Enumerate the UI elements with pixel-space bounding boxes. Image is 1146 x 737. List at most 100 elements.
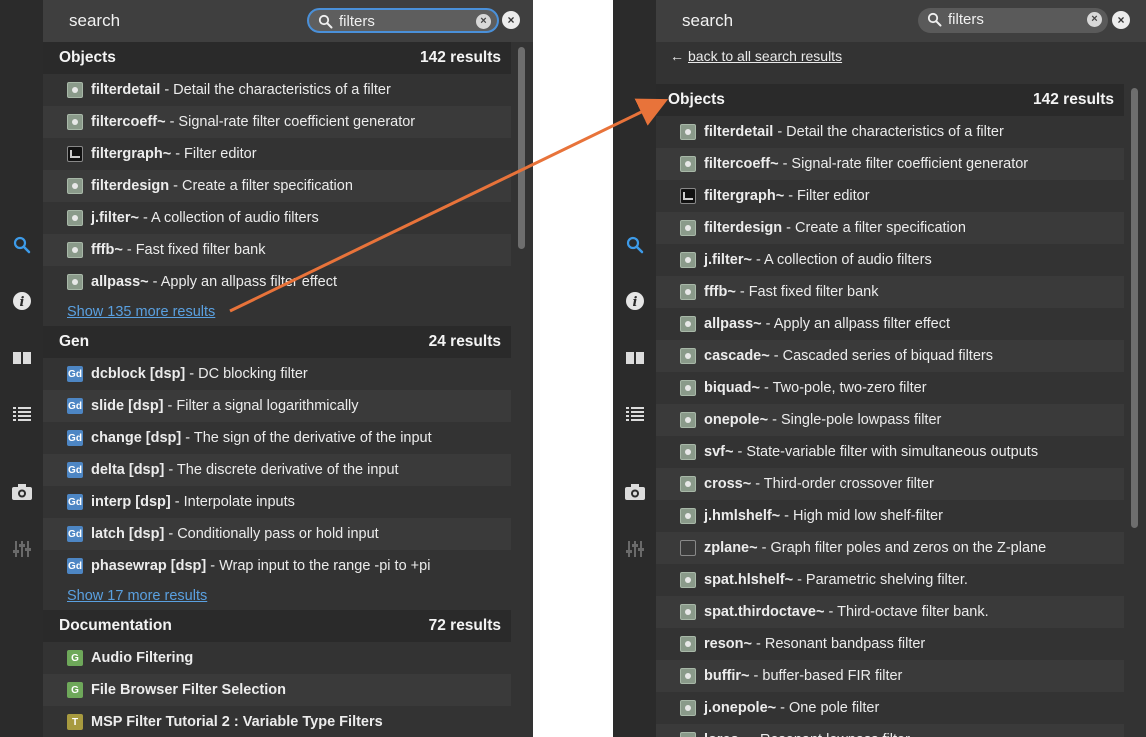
item-description: - Resonant bandpass filter bbox=[751, 636, 926, 652]
search-query[interactable]: filters bbox=[948, 11, 984, 28]
item-name: File Browser Filter Selection bbox=[91, 682, 286, 698]
list-item[interactable]: filtergraph~ - Filter editor bbox=[656, 180, 1124, 212]
clear-icon[interactable]: × bbox=[1087, 12, 1102, 27]
list-item[interactable]: filterdetail - Detail the characteristic… bbox=[43, 74, 511, 106]
list-item[interactable]: filtergraph~ - Filter editor bbox=[43, 138, 511, 170]
list-item[interactable]: filterdesign - Create a filter specifica… bbox=[656, 212, 1124, 244]
doc-icon: G bbox=[67, 682, 83, 698]
list-item[interactable]: Gd interp [dsp] - Interpolate inputs bbox=[43, 486, 511, 518]
list-item[interactable]: buffir~ - buffer-based FIR filter bbox=[656, 660, 1124, 692]
gen-icon: Gd bbox=[67, 494, 83, 510]
list-item[interactable]: filtercoeff~ - Signal-rate filter coeffi… bbox=[656, 148, 1124, 180]
item-description: - Signal-rate filter coefficient generat… bbox=[165, 114, 416, 130]
camera-icon[interactable] bbox=[613, 479, 656, 505]
item-name: Audio Filtering bbox=[91, 650, 194, 666]
list-item[interactable]: j.filter~ - A collection of audio filter… bbox=[656, 244, 1124, 276]
list-item[interactable]: filterdesign - Create a filter specifica… bbox=[43, 170, 511, 202]
right-scrollbar[interactable] bbox=[1131, 88, 1138, 528]
back-to-results-link[interactable]: ← back to all search results bbox=[656, 42, 1124, 70]
item-name: j.filter~ bbox=[91, 210, 139, 226]
list-item[interactable]: allpass~ - Apply an allpass filter effec… bbox=[656, 308, 1124, 340]
section-title: Objects bbox=[59, 49, 116, 66]
list-item[interactable]: biquad~ - Two-pole, two-zero filter bbox=[656, 372, 1124, 404]
list-item[interactable]: onepole~ - Single-pole lowpass filter bbox=[656, 404, 1124, 436]
close-icon[interactable]: × bbox=[1112, 11, 1130, 29]
list-icon[interactable] bbox=[613, 401, 656, 427]
section-count: 24 results bbox=[428, 333, 501, 350]
list-item[interactable]: svf~ - State-variable filter with simult… bbox=[656, 436, 1124, 468]
gen-icon: Gd bbox=[67, 430, 83, 446]
object-icon bbox=[680, 732, 696, 737]
list-item[interactable]: G File Browser Filter Selection bbox=[43, 674, 511, 706]
search-icon[interactable] bbox=[613, 232, 656, 258]
list-item[interactable]: cascade~ - Cascaded series of biquad fil… bbox=[656, 340, 1124, 372]
list-item[interactable]: Gd slide [dsp] - Filter a signal logarith… bbox=[43, 390, 511, 422]
item-name: j.filter~ bbox=[704, 252, 752, 268]
tutorial-icon: T bbox=[67, 714, 83, 730]
list-item[interactable]: fffb~ - Fast fixed filter bank bbox=[43, 234, 511, 266]
left-scrollbar[interactable] bbox=[518, 47, 525, 249]
list-item[interactable]: cross~ - Third-order crossover filter bbox=[656, 468, 1124, 500]
object-icon bbox=[67, 242, 83, 258]
list-item[interactable]: T MSP Filter Tutorial 2 : Variable Type F… bbox=[43, 706, 511, 737]
object-icon bbox=[680, 156, 696, 172]
back-link-label[interactable]: back to all search results bbox=[688, 48, 842, 64]
item-name: filterdetail bbox=[704, 124, 774, 140]
list-item[interactable]: filtercoeff~ - Signal-rate filter coeffi… bbox=[43, 106, 511, 138]
search-icon bbox=[927, 12, 942, 32]
book-icon[interactable] bbox=[0, 345, 43, 371]
list-item[interactable]: G Audio Filtering bbox=[43, 642, 511, 674]
item-name: allpass~ bbox=[91, 274, 149, 290]
camera-icon[interactable] bbox=[0, 479, 43, 505]
list-item[interactable]: Gd phasewrap [dsp] - Wrap input to the ra… bbox=[43, 550, 511, 582]
item-description: - The discrete derivative of the input bbox=[164, 462, 399, 478]
item-description: - Conditionally pass or hold input bbox=[164, 526, 379, 542]
list-item[interactable]: allpass~ - Apply an allpass filter effec… bbox=[43, 266, 511, 298]
book-icon[interactable] bbox=[613, 345, 656, 371]
left-sidebar-rail: i bbox=[0, 0, 43, 737]
list-item[interactable]: j.hmlshelf~ - High mid low shelf-filter bbox=[656, 500, 1124, 532]
section-header-documentation: Documentation 72 results bbox=[43, 610, 511, 642]
item-name: dcblock [dsp] bbox=[91, 366, 186, 382]
item-name: svf~ bbox=[704, 444, 734, 460]
object-icon bbox=[67, 274, 83, 290]
mixer-icon[interactable] bbox=[613, 536, 656, 562]
show-more-link[interactable]: Show 135 more results bbox=[43, 298, 511, 326]
search-input[interactable]: filters × bbox=[918, 8, 1108, 33]
info-icon[interactable]: i bbox=[0, 288, 43, 314]
list-item[interactable]: Gd change [dsp] - The sign of the derivat… bbox=[43, 422, 511, 454]
list-item[interactable]: spat.hlshelf~ - Parametric shelving filt… bbox=[656, 564, 1124, 596]
clear-icon[interactable]: × bbox=[476, 14, 491, 29]
right-content-area: search filters × × ← back to all search … bbox=[656, 0, 1146, 737]
close-icon[interactable]: × bbox=[502, 11, 520, 29]
item-name: filterdesign bbox=[704, 220, 783, 236]
item-name: allpass~ bbox=[704, 316, 762, 332]
list-item[interactable]: Gd dcblock [dsp] - DC blocking filter bbox=[43, 358, 511, 390]
list-item[interactable]: fffb~ - Fast fixed filter bank bbox=[656, 276, 1124, 308]
gen-icon: Gd bbox=[67, 398, 83, 414]
show-more-link[interactable]: Show 17 more results bbox=[43, 582, 511, 610]
section-title: Objects bbox=[668, 91, 725, 108]
info-icon[interactable]: i bbox=[613, 288, 656, 314]
list-item[interactable]: reson~ - Resonant bandpass filter bbox=[656, 628, 1124, 660]
item-description: - Filter a signal logarithmically bbox=[163, 398, 359, 414]
list-item[interactable]: spat.thirdoctave~ - Third-octave filter … bbox=[656, 596, 1124, 628]
list-icon[interactable] bbox=[0, 401, 43, 427]
list-item[interactable]: lores~ - Resonant lowpass filter bbox=[656, 724, 1124, 737]
search-input[interactable]: filters × bbox=[307, 8, 499, 33]
object-icon bbox=[680, 124, 696, 140]
item-name: reson~ bbox=[704, 636, 752, 652]
gen-icon: Gd bbox=[67, 558, 83, 574]
search-icon[interactable] bbox=[0, 232, 43, 258]
list-item[interactable]: Gd delta [dsp] - The discrete derivative … bbox=[43, 454, 511, 486]
list-item[interactable]: filterdetail - Detail the characteristic… bbox=[656, 116, 1124, 148]
mixer-icon[interactable] bbox=[0, 536, 43, 562]
item-description: - Apply an allpass filter effect bbox=[148, 274, 337, 290]
list-item[interactable]: j.onepole~ - One pole filter bbox=[656, 692, 1124, 724]
search-query[interactable]: filters bbox=[339, 13, 375, 30]
list-item[interactable]: Gd latch [dsp] - Conditionally pass or ho… bbox=[43, 518, 511, 550]
search-header: search filters × × bbox=[656, 0, 1146, 42]
list-item[interactable]: j.filter~ - A collection of audio filter… bbox=[43, 202, 511, 234]
item-name: filtergraph~ bbox=[91, 146, 172, 162]
list-item[interactable]: zplane~ - Graph filter poles and zeros o… bbox=[656, 532, 1124, 564]
